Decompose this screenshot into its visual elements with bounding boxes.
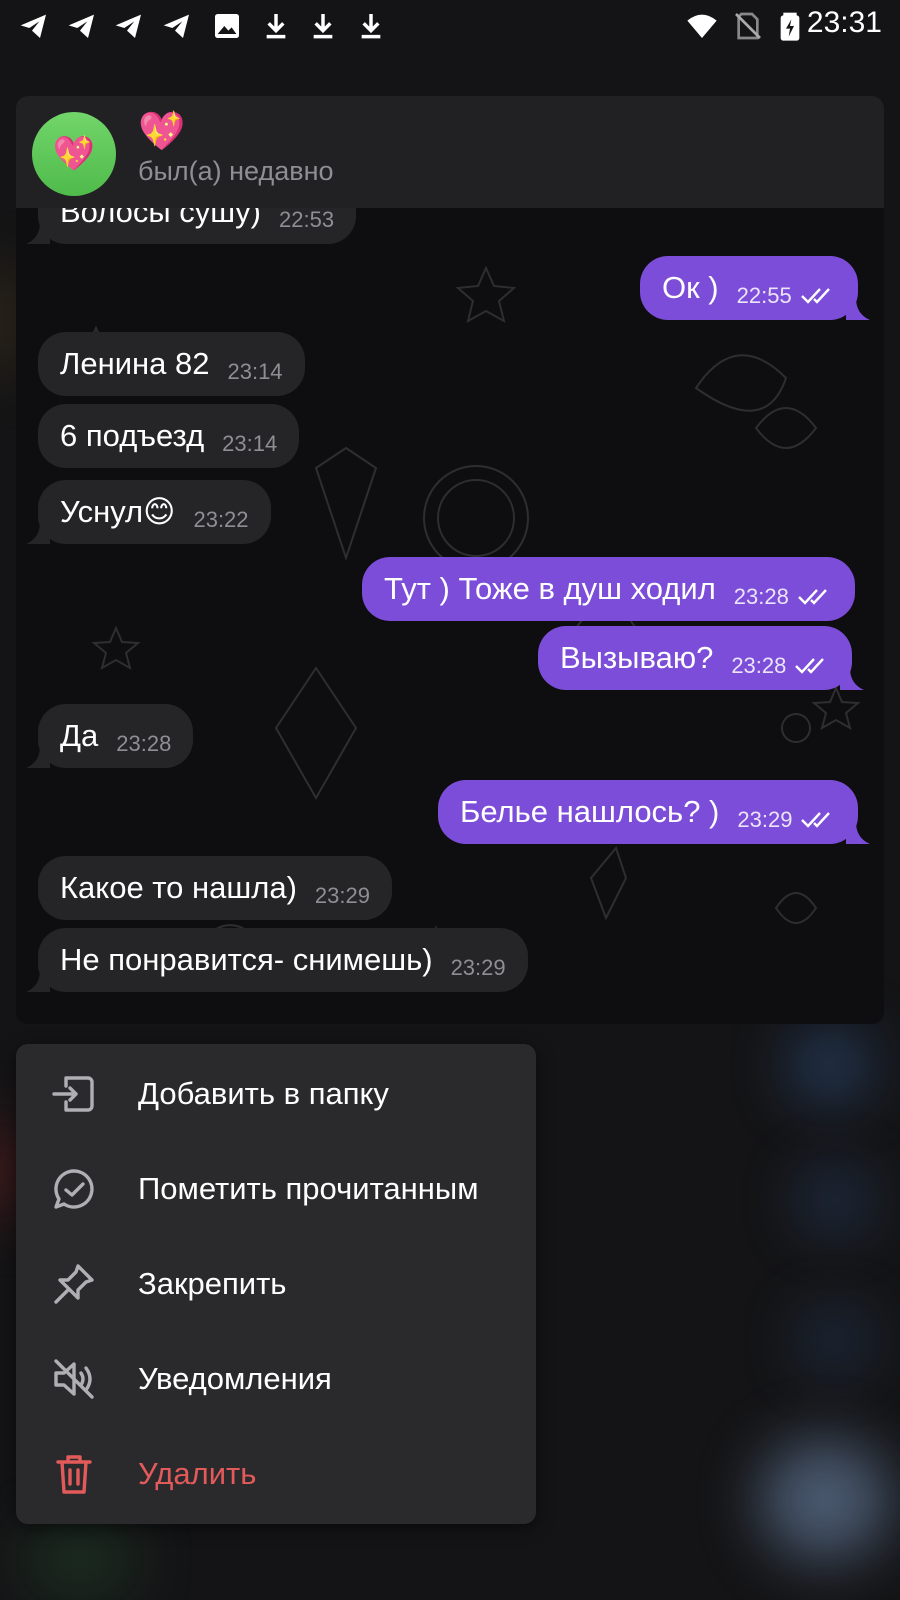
context-menu: Добавить в папку Пометить прочитанным За… <box>16 1044 536 1524</box>
chat-preview[interactable]: 💖 💖 был(а) недавно Волосы сушу) 22:53 Ок… <box>16 96 884 1024</box>
download-icon <box>361 14 381 39</box>
message-text: Ленина 82 <box>60 346 210 381</box>
telegram-icon <box>68 14 94 38</box>
download-icon <box>266 14 286 39</box>
background-blob <box>760 1440 890 1560</box>
menu-label: Удалить <box>138 1456 257 1491</box>
menu-item-delete[interactable]: Удалить <box>16 1426 536 1522</box>
message-list[interactable]: Волосы сушу) 22:53 Ок ) 22:55 Ленина 82 … <box>16 208 884 1024</box>
menu-label: Уведомления <box>138 1361 332 1396</box>
pin-icon <box>54 1264 94 1304</box>
message-time: 22:55 <box>736 283 792 308</box>
bubble-tail <box>26 222 50 244</box>
menu-item-notifications[interactable]: Уведомления <box>16 1331 536 1427</box>
message-time: 23:28 <box>731 653 787 678</box>
message-text: Волосы сушу) <box>60 208 262 229</box>
avatar-emoji: 💖 <box>52 135 96 173</box>
message-time: 23:28 <box>116 731 172 756</box>
message-incoming[interactable]: Ленина 82 23:14 <box>38 332 305 396</box>
battery-charging-icon <box>780 12 800 41</box>
image-icon <box>215 14 239 38</box>
telegram-icon <box>115 14 141 38</box>
message-time: 23:29 <box>450 955 506 980</box>
mute-icon <box>54 1359 94 1399</box>
menu-item-pin[interactable]: Закрепить <box>16 1236 536 1332</box>
chat-title: 💖 <box>138 111 186 153</box>
telegram-icon <box>20 14 46 38</box>
menu-label: Закрепить <box>138 1266 287 1301</box>
bubble-tail <box>846 822 871 844</box>
background-blob <box>800 1170 870 1230</box>
mark-read-icon <box>54 1169 94 1209</box>
message-time: 23:29 <box>737 807 793 832</box>
message-time: 23:14 <box>227 359 283 384</box>
message-incoming[interactable]: Не понравится- снимешь) 23:29 <box>26 928 528 992</box>
message-time: 23:29 <box>314 883 370 908</box>
chat-header[interactable]: 💖 💖 был(а) недавно <box>16 96 884 208</box>
message-incoming[interactable]: Какое то нашла) 23:29 <box>38 856 392 920</box>
background-blob <box>20 1520 140 1600</box>
trash-icon <box>56 1455 92 1494</box>
message-time: 23:22 <box>193 507 249 532</box>
message-incoming[interactable]: Волосы сушу) 22:53 <box>26 208 357 244</box>
bubble-tail <box>26 746 50 768</box>
message-text: Не понравится- снимешь) <box>60 942 433 977</box>
message-incoming[interactable]: Уснул😊 23:22 <box>26 480 271 544</box>
menu-item-add-to-folder[interactable]: Добавить в папку <box>16 1046 536 1142</box>
message-text: Какое то нашла) <box>60 870 297 905</box>
message-incoming[interactable]: 6 подъезд 23:14 <box>38 404 300 468</box>
message-time: 23:14 <box>222 431 278 456</box>
avatar: 💖 <box>32 112 116 196</box>
message-text: Ок ) <box>662 270 719 305</box>
wifi-icon <box>687 14 717 38</box>
no-sim-icon <box>735 12 761 40</box>
message-outgoing[interactable]: Тут ) Тоже в душ ходил 23:28 <box>362 557 855 621</box>
download-icon <box>313 14 333 39</box>
bubble-tail <box>26 522 50 544</box>
status-time: 23:31 <box>806 6 882 39</box>
bubble-tail <box>840 668 865 690</box>
message-outgoing[interactable]: Белье нашлось? ) 23:29 <box>438 780 871 844</box>
message-incoming[interactable]: Да 23:28 <box>26 704 194 768</box>
message-text: Уснул😊 <box>60 494 176 529</box>
double-check-icon <box>801 812 831 828</box>
message-outgoing[interactable]: Ок ) 22:55 <box>640 256 870 320</box>
folder-add-icon <box>52 1076 94 1112</box>
double-check-icon <box>795 658 825 674</box>
message-time: 22:53 <box>279 208 335 232</box>
telegram-icon <box>163 14 189 38</box>
message-outgoing[interactable]: Вызываю? 23:28 <box>538 626 865 690</box>
chat-status: был(а) недавно <box>138 156 334 186</box>
message-time: 23:28 <box>733 584 789 609</box>
message-text: Вызываю? <box>560 640 714 675</box>
status-bar: 23:31 <box>0 0 900 50</box>
message-text: 6 подъезд <box>60 418 205 453</box>
bubble-tail <box>845 298 870 320</box>
double-check-icon <box>798 589 827 605</box>
menu-label: Пометить прочитанным <box>138 1171 479 1206</box>
message-text: Да <box>60 718 99 753</box>
menu-label: Добавить в папку <box>138 1076 389 1111</box>
message-text: Белье нашлось? ) <box>460 794 720 829</box>
double-check-icon <box>800 288 830 304</box>
bubble-tail <box>26 970 50 992</box>
menu-item-mark-read[interactable]: Пометить прочитанным <box>16 1141 536 1237</box>
background-blob <box>790 1030 870 1100</box>
background-blob <box>800 1310 870 1370</box>
message-text: Тут ) Тоже в душ ходил <box>384 571 716 606</box>
